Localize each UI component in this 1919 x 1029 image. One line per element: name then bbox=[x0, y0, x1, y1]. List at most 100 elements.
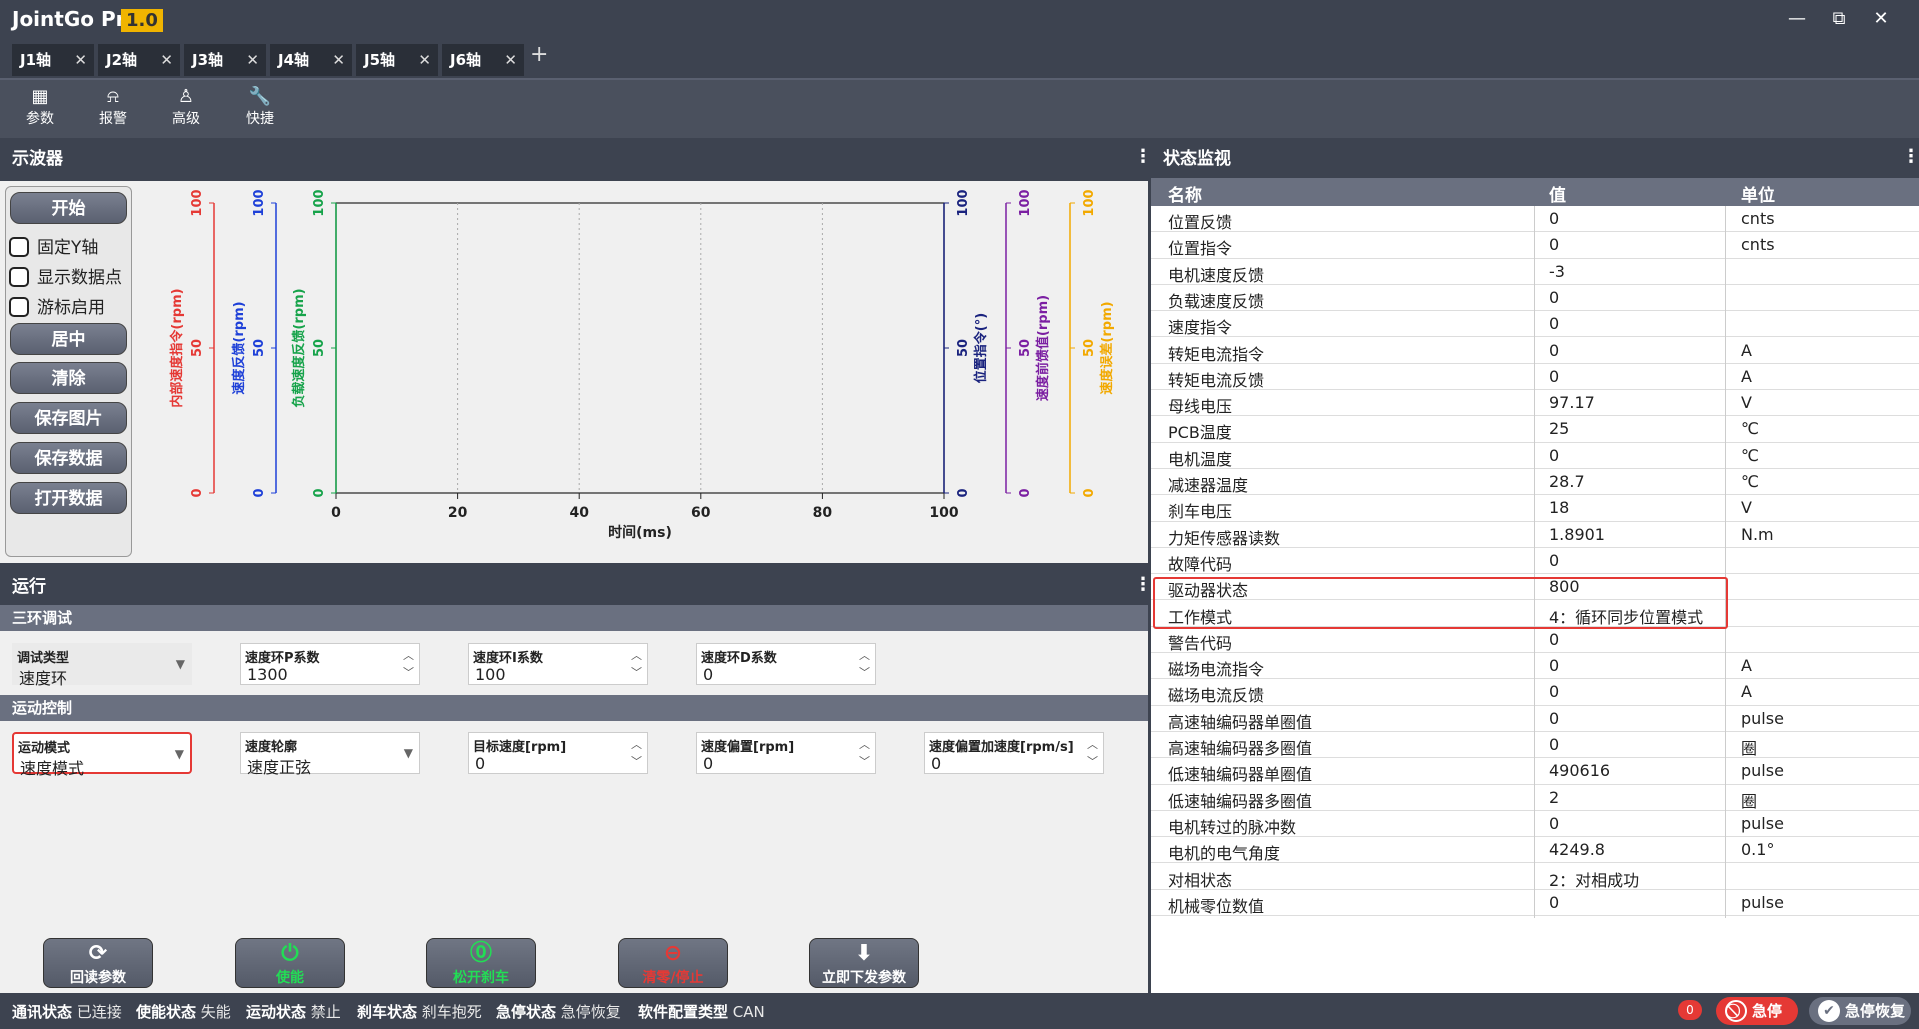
checkbox-box[interactable] bbox=[9, 237, 29, 257]
open-data-button[interactable]: 打开数据 bbox=[10, 482, 127, 514]
table-row[interactable]: 警告代码 0 bbox=[1151, 627, 1919, 654]
clear-stop-button[interactable]: ⊖ 清零/停止 bbox=[618, 938, 728, 988]
motion-mode-select[interactable]: 运动模式 速度模式 ▼ bbox=[12, 732, 192, 778]
restore-button[interactable]: ⧉ bbox=[1822, 6, 1856, 32]
table-row[interactable]: 减速器温度 28.7 ℃ bbox=[1151, 469, 1919, 496]
y-tick-label: 50 bbox=[190, 339, 205, 357]
table-row[interactable]: 刹车电压 18 V bbox=[1151, 495, 1919, 522]
close-icon[interactable]: ✕ bbox=[246, 44, 259, 76]
estop-recover-button[interactable]: ✔ 急停恢复 bbox=[1809, 997, 1911, 1025]
close-icon[interactable]: ✕ bbox=[504, 44, 517, 76]
center-button[interactable]: 居中 bbox=[10, 323, 127, 355]
column-header-value[interactable]: 值 bbox=[1549, 181, 1566, 206]
cursor-checkbox[interactable]: 游标启用 bbox=[9, 293, 105, 318]
run-menu-icon[interactable]: ⋮ bbox=[1134, 574, 1152, 595]
table-row[interactable]: 低速轴编码器多圈值 2 圈 bbox=[1151, 785, 1919, 811]
scope-menu-icon[interactable]: ⋮ bbox=[1134, 146, 1152, 167]
toolbar-params-button[interactable]: ▦ 参数 bbox=[10, 86, 70, 128]
table-row[interactable]: 磁场电流指令 0 A bbox=[1151, 653, 1919, 680]
table-row[interactable]: 转矩电流指令 0 A bbox=[1151, 338, 1919, 364]
row-name: 力矩传感器读数 bbox=[1168, 528, 1281, 548]
speed-offset-input[interactable]: 速度偏置[rpm] 0 ︿ ﹀ bbox=[696, 732, 876, 774]
table-row[interactable]: 力矩传感器读数 1.8901 N.m bbox=[1151, 522, 1919, 548]
table-row[interactable]: 转矩电流反馈 0 A bbox=[1151, 364, 1919, 391]
table-row[interactable]: 母线电压 97.17 V bbox=[1151, 390, 1919, 417]
speed-offset-accel-input[interactable]: 速度偏置加速度[rpm/s] 0 ︿ ﹀ bbox=[924, 732, 1104, 774]
enable-button[interactable]: ⏻ 使能 bbox=[235, 938, 345, 988]
toolbar-shortcut-button[interactable]: 🔧 快捷 bbox=[230, 86, 290, 128]
table-row[interactable]: 位置指令 0 cnts bbox=[1151, 232, 1919, 259]
table-row[interactable]: 负载速度反馈 0 bbox=[1151, 285, 1919, 312]
minimize-button[interactable]: — bbox=[1780, 6, 1814, 32]
table-row[interactable]: 电机速度反馈 -3 bbox=[1151, 259, 1919, 285]
close-icon[interactable]: ✕ bbox=[160, 44, 173, 76]
row-name: 低速轴编码器多圈值 bbox=[1168, 791, 1313, 811]
clear-button[interactable]: 清除 bbox=[10, 362, 127, 394]
close-icon[interactable]: ✕ bbox=[332, 44, 345, 76]
speed-i-input[interactable]: 速度环I系数 100 ︿ ﹀ bbox=[468, 643, 648, 685]
readback-params-button[interactable]: ⟳ 回读参数 bbox=[43, 938, 153, 988]
row-name: 高速轴编码器单圈值 bbox=[1168, 712, 1313, 732]
title-bar: JointGo Pro 1.0 — ⧉ ✕ bbox=[0, 0, 1919, 40]
table-row[interactable]: 机械零位数值 0 pulse bbox=[1151, 890, 1919, 917]
alarm-count-badge[interactable]: 0 bbox=[1678, 1000, 1702, 1020]
table-row[interactable]: 速度指令 0 bbox=[1151, 311, 1919, 338]
checkbox-box[interactable] bbox=[9, 267, 29, 287]
start-button[interactable]: 开始 bbox=[10, 192, 127, 224]
row-value: 0 bbox=[1549, 209, 1560, 228]
spin-arrows-icon[interactable]: ︿ ﹀ bbox=[631, 736, 642, 770]
spin-arrows-icon[interactable]: ︿ ﹀ bbox=[859, 647, 870, 681]
tab-j3[interactable]: J3轴 ✕ bbox=[184, 44, 266, 76]
send-params-button[interactable]: ⬇ 立即下发参数 bbox=[809, 938, 919, 988]
tab-j2[interactable]: J2轴 ✕ bbox=[98, 44, 180, 76]
tab-j5[interactable]: J5轴 ✕ bbox=[356, 44, 438, 76]
close-icon[interactable]: ✕ bbox=[418, 44, 431, 76]
monitor-menu-icon[interactable]: ⋮ bbox=[1902, 146, 1919, 167]
scope-chart[interactable]: 0 20 40 60 80 100 时间(ms) 0 50 100 内部速度指令(rpm) 0 50 10… bbox=[136, 181, 1146, 563]
tab-j1[interactable]: J1轴 ✕ bbox=[12, 44, 94, 76]
debug-type-select[interactable]: 调试类型 速度环 ▼ bbox=[12, 643, 192, 688]
plot-area[interactable] bbox=[335, 202, 945, 494]
table-row[interactable]: 故障代码 0 bbox=[1151, 548, 1919, 575]
close-button[interactable]: ✕ bbox=[1864, 6, 1898, 32]
row-name: 磁场电流指令 bbox=[1168, 660, 1265, 680]
table-row[interactable]: 电机的电气角度 4249.8 0.1° bbox=[1151, 837, 1919, 864]
tab-j4[interactable]: J4轴 ✕ bbox=[270, 44, 352, 76]
spin-arrows-icon[interactable]: ︿ ﹀ bbox=[403, 647, 414, 681]
table-row[interactable]: PCB温度 25 ℃ bbox=[1151, 416, 1919, 443]
speed-d-input[interactable]: 速度环D系数 0 ︿ ﹀ bbox=[696, 643, 876, 685]
table-row[interactable]: 电机转过的脉冲数 0 pulse bbox=[1151, 811, 1919, 838]
release-brake-button[interactable]: ⓪ 松开刹车 bbox=[426, 938, 536, 988]
show-points-checkbox[interactable]: 显示数据点 bbox=[9, 263, 122, 288]
status-enable: 使能状态 失能 bbox=[136, 1003, 231, 1021]
spin-arrows-icon[interactable]: ︿ ﹀ bbox=[631, 647, 642, 681]
table-row[interactable]: 位置反馈 0 cnts bbox=[1151, 206, 1919, 233]
toolbar-advanced-button[interactable]: ♙ 高级 bbox=[156, 86, 216, 128]
scope-controls: 开始 固定Y轴 显示数据点 游标启用 居中 清除 保存图片 保存数据 打开数据 bbox=[5, 186, 132, 557]
close-icon[interactable]: ✕ bbox=[74, 44, 87, 76]
check-icon: ✔ bbox=[1818, 1000, 1840, 1022]
column-header-name[interactable]: 名称 bbox=[1168, 181, 1202, 206]
highlight-box bbox=[1153, 577, 1728, 629]
speed-profile-select[interactable]: 速度轮廓 速度正弦 ▼ bbox=[240, 732, 420, 777]
speed-p-input[interactable]: 速度环P系数 1300 ︿ ﹀ bbox=[240, 643, 420, 685]
spin-arrows-icon[interactable]: ︿ ﹀ bbox=[1087, 736, 1098, 770]
table-row[interactable]: 低速轴编码器单圈值 490616 pulse bbox=[1151, 758, 1919, 785]
estop-button[interactable]: ⃠急停 bbox=[1716, 997, 1798, 1025]
table-row[interactable]: 电机温度 0 ℃ bbox=[1151, 443, 1919, 469]
save-image-button[interactable]: 保存图片 bbox=[10, 402, 127, 434]
table-row[interactable]: 高速轴编码器多圈值 0 圈 bbox=[1151, 732, 1919, 759]
toolbar-alarm-button[interactable]: ⍾ 报警 bbox=[83, 86, 143, 128]
spin-arrows-icon[interactable]: ︿ ﹀ bbox=[859, 736, 870, 770]
table-row[interactable]: 对相状态 2：对相成功 bbox=[1151, 864, 1919, 890]
tab-j6[interactable]: J6轴 ✕ bbox=[442, 44, 524, 76]
save-data-button[interactable]: 保存数据 bbox=[10, 442, 127, 474]
fix-y-checkbox[interactable]: 固定Y轴 bbox=[9, 233, 98, 258]
row-value: 0 bbox=[1549, 813, 1560, 833]
add-tab-icon[interactable]: + bbox=[530, 42, 548, 67]
checkbox-box[interactable] bbox=[9, 297, 29, 317]
target-speed-input[interactable]: 目标速度[rpm] 0 ︿ ﹀ bbox=[468, 732, 648, 774]
column-header-unit[interactable]: 单位 bbox=[1741, 181, 1775, 206]
table-row[interactable]: 磁场电流反馈 0 A bbox=[1151, 679, 1919, 706]
table-row[interactable]: 高速轴编码器单圈值 0 pulse bbox=[1151, 706, 1919, 732]
